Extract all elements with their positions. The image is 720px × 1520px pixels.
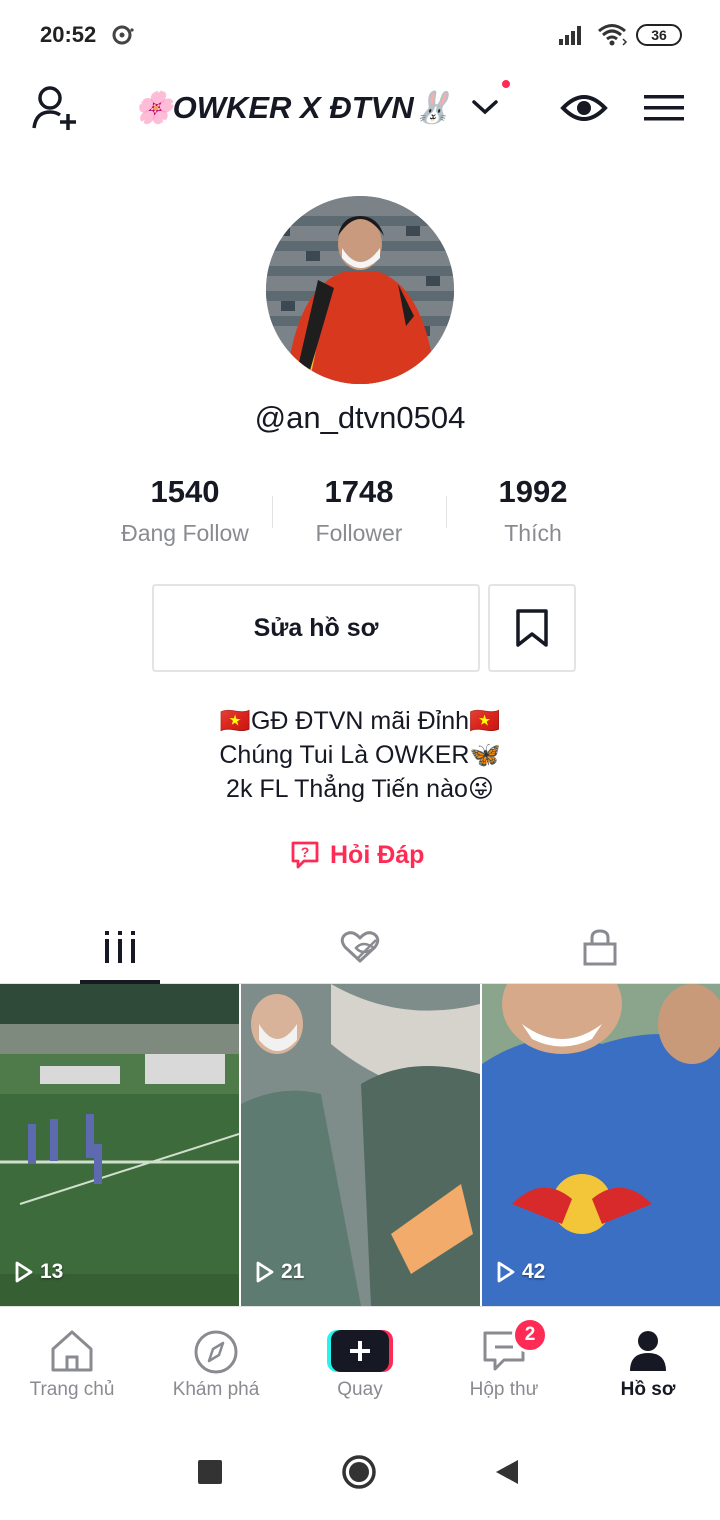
stat-label: Thích [504, 520, 562, 546]
nav-create[interactable]: Quay [288, 1307, 432, 1425]
chevron-down-icon[interactable] [470, 96, 500, 118]
nav-inbox[interactable]: 2 Hộp thư [432, 1307, 576, 1425]
back-triangle-icon[interactable] [494, 1458, 520, 1486]
compass-icon [194, 1330, 238, 1374]
tab-liked[interactable] [240, 910, 480, 984]
question-bubble-icon: ? [291, 841, 319, 869]
stat-divider [272, 496, 273, 528]
view-count: 21 [255, 1260, 304, 1284]
view-count-value: 13 [40, 1260, 64, 1283]
home-circle-icon[interactable] [341, 1454, 377, 1490]
nav-profile[interactable]: Hồ sơ [576, 1307, 720, 1425]
play-icon [497, 1261, 515, 1283]
battery-level: 36 [651, 27, 667, 43]
inbox-badge: 2 [512, 1317, 548, 1353]
bookmark-icon [516, 609, 548, 647]
stat-following[interactable]: 1540 Đang Follow [98, 474, 272, 554]
create-plus-icon [327, 1330, 393, 1372]
signal-icon [559, 26, 581, 45]
stat-likes[interactable]: 1992 Thích [446, 474, 620, 554]
video-thumbnail[interactable]: 21 [241, 984, 480, 1306]
home-icon [51, 1330, 93, 1372]
nav-discover[interactable]: Khám phá [144, 1307, 288, 1425]
qa-link[interactable]: ? Hỏi Đáp [290, 838, 424, 872]
avatar[interactable] [266, 196, 454, 384]
view-count: 13 [14, 1260, 63, 1284]
profile-name[interactable]: 🌸OWKER X ĐTVN🐰 [134, 84, 452, 130]
favorites-button[interactable] [488, 584, 576, 672]
profile-bio: 🇻🇳GĐ ĐTVN mãi Đỉnh🇻🇳 Chúng Tui Là OWKER🦋… [0, 704, 720, 806]
bio-line: 2k FL Thẳng Tiến nào😜 [226, 775, 494, 803]
view-count: 42 [496, 1260, 545, 1284]
nav-label: Trang chủ [29, 1379, 115, 1400]
stat-value: 1748 [324, 474, 394, 509]
bio-line: Chúng Tui Là OWKER🦋 [219, 741, 501, 769]
menu-icon[interactable] [644, 92, 684, 124]
nav-label: Hộp thư [469, 1379, 539, 1400]
notification-icon [112, 25, 134, 45]
qa-label: Hỏi Đáp [330, 840, 425, 869]
nav-home[interactable]: Trang chủ [0, 1307, 144, 1425]
bio-line: 🇻🇳GĐ ĐTVN mãi Đỉnh🇻🇳 [219, 707, 501, 735]
liked-hidden-icon [340, 931, 380, 963]
stat-value: 1540 [150, 474, 220, 509]
recent-apps-icon[interactable] [198, 1460, 222, 1484]
video-thumbnail[interactable]: 42 [482, 984, 720, 1306]
video-thumbnail[interactable]: 13 [0, 984, 239, 1306]
eye-icon[interactable] [560, 90, 608, 126]
tab-videos[interactable] [0, 910, 240, 984]
view-count-value: 42 [522, 1260, 546, 1283]
profile-icon [630, 1331, 666, 1371]
stat-value: 1992 [498, 474, 568, 509]
svg-text:?: ? [301, 844, 310, 860]
lock-icon [583, 929, 617, 966]
profile-tabs [0, 910, 720, 984]
wifi-icon [598, 24, 628, 46]
tab-private[interactable] [480, 910, 720, 984]
battery-indicator: 36 [636, 24, 682, 46]
play-icon [15, 1261, 33, 1283]
stat-label: Follower [315, 520, 403, 546]
notification-dot [502, 80, 510, 88]
bottom-navigation: Trang chủ Khám phá Quay 2 Hộp thư Hồ sơ [0, 1306, 720, 1424]
video-grid: 13 21 42 [0, 984, 720, 1306]
nav-label: Khám phá [172, 1379, 260, 1400]
add-user-icon[interactable] [32, 84, 82, 132]
nav-label: Quay [337, 1379, 383, 1400]
username: @an_dtvn0504 [254, 400, 466, 435]
system-navigation-bar [0, 1424, 720, 1520]
profile-stats: 1540 Đang Follow 1748 Follower 1992 Thíc… [98, 474, 622, 554]
stat-label: Đang Follow [121, 520, 249, 546]
stat-followers[interactable]: 1748 Follower [272, 474, 446, 554]
edit-profile-button[interactable]: Sửa hồ sơ [152, 584, 480, 672]
stat-divider [446, 496, 447, 528]
status-bar: 20:52 36 [0, 0, 720, 70]
play-icon [256, 1261, 274, 1283]
view-count-value: 21 [281, 1260, 305, 1283]
status-time: 20:52 [40, 22, 97, 47]
nav-label: Hồ sơ [620, 1379, 676, 1400]
grid-videos-icon [105, 931, 135, 963]
profile-header: 🌸OWKER X ĐTVN🐰 [0, 70, 720, 150]
